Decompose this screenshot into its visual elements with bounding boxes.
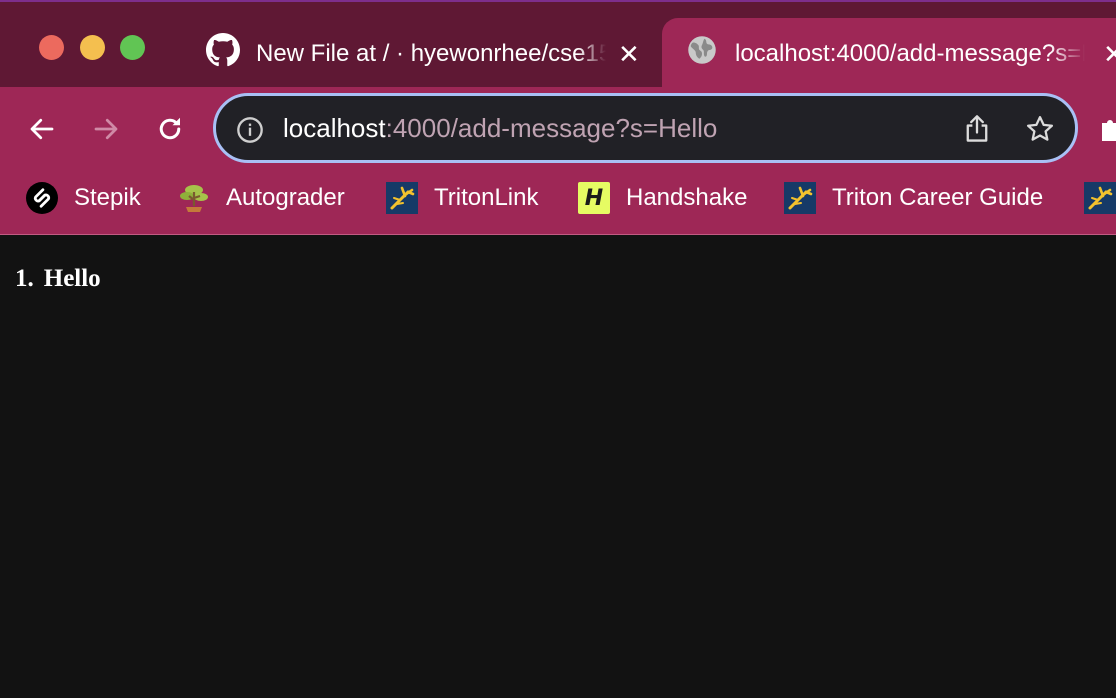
browser-window: New File at / · hyewonrhee/cse15l-lab-re… [0,0,1116,698]
bookmark-triton-career-guide[interactable]: Triton Career Guide [784,181,1043,215]
back-arrow-icon[interactable] [22,109,62,149]
toolbar: localhost:4000/add-message?s=Hello [0,87,1116,169]
trident-icon [386,182,418,214]
bookmark-handshake[interactable]: H Handshake [578,181,747,215]
tab-close-icon[interactable]: ✕ [1103,41,1116,67]
address-bar[interactable]: localhost:4000/add-message?s=Hello [213,93,1078,163]
bookmark-autograder[interactable]: Autograder [178,181,345,215]
tab-localhost-active[interactable]: localhost:4000/add-message?s=Hello ✕ [662,18,1116,89]
bookmark-stepik[interactable]: Stepik [26,181,141,215]
globe-icon [687,35,717,72]
bookmark-label: Autograder [226,184,345,211]
tab-close-icon[interactable]: ✕ [618,41,640,67]
handshake-logo-letter: H [578,182,610,214]
bookmarks-bar: Stepik Autograder TritonLink H Handshake… [0,169,1116,235]
bookmark-star-icon[interactable] [1025,114,1055,149]
message-text: Hello [43,265,101,292]
message-item: 1. Hello [15,265,101,293]
tab-title: New File at / · hyewonrhee/cse15l-lab-re… [256,39,606,67]
url-path: :4000/add-message?s=Hello [385,113,718,143]
forward-arrow-icon[interactable] [86,109,126,149]
info-icon[interactable] [236,116,264,149]
bookmark-label: Handshake [626,184,748,211]
bonsai-icon [178,182,210,214]
tab-github-new-file[interactable]: New File at / · hyewonrhee/cse15l-lab-re… [190,18,660,89]
minimize-window-button[interactable] [80,35,105,60]
close-window-button[interactable] [39,35,64,60]
bookmark-overflow-item[interactable] [1084,181,1116,215]
page-content: 1. Hello [0,236,1116,698]
bookmark-label: TritonLink [434,184,539,211]
tab-strip: New File at / · hyewonrhee/cse15l-lab-re… [0,0,1116,89]
fullscreen-window-button[interactable] [120,35,145,60]
message-list: 1. Hello [15,265,101,293]
stepik-icon [26,182,58,214]
handshake-icon: H [578,182,610,214]
url-text[interactable]: localhost:4000/add-message?s=Hello [283,96,717,160]
trident-icon [1084,182,1116,214]
tab-title: localhost:4000/add-message?s=Hello [735,39,1085,67]
bookmark-label: Stepik [74,184,141,211]
message-number: 1. [15,265,34,292]
bookmark-tritonlink[interactable]: TritonLink [386,181,538,215]
bookmark-label: Triton Career Guide [832,184,1044,211]
github-icon [206,33,240,74]
share-icon[interactable] [963,114,991,149]
extensions-puzzle-icon[interactable] [1098,115,1116,148]
reload-icon[interactable] [150,109,190,149]
trident-icon [784,182,816,214]
url-host: localhost [283,113,386,143]
